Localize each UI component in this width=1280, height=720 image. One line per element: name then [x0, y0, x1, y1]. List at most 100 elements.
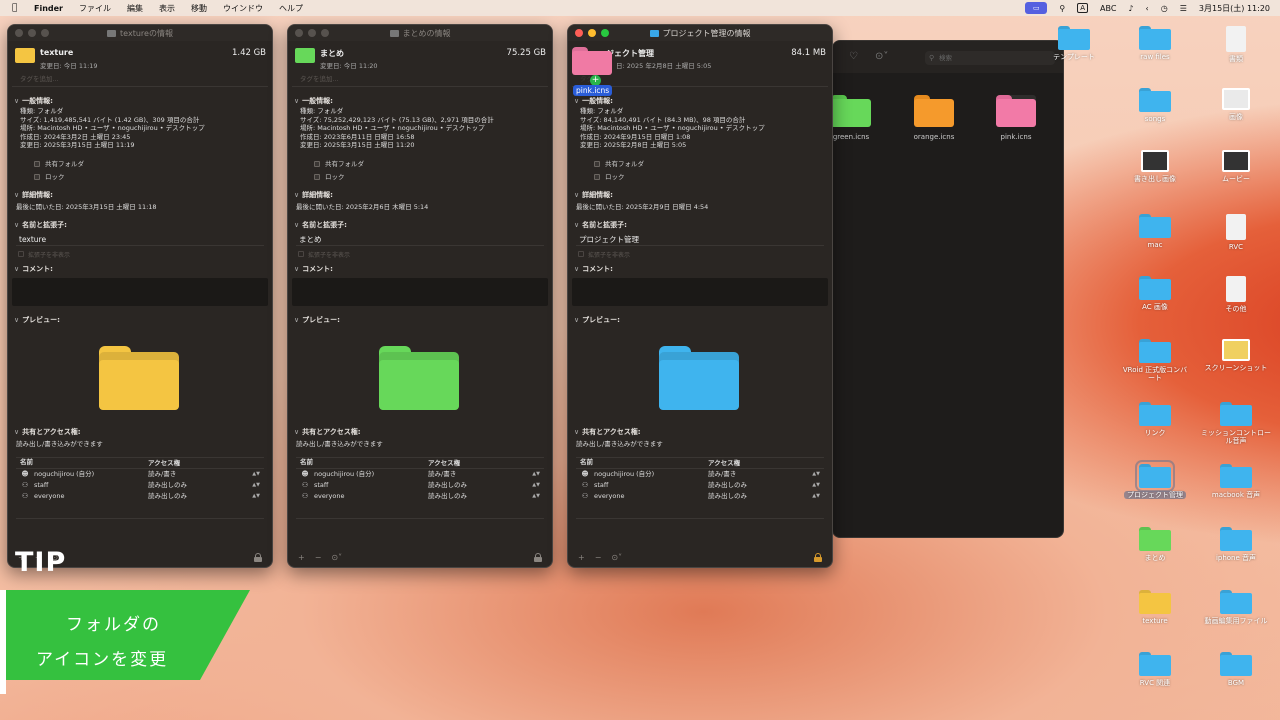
menu-go[interactable]: 移動 — [191, 3, 207, 14]
tags-input[interactable]: タグを追加... — [292, 73, 548, 87]
table-row[interactable]: ☻ noguchijirou (自分) 読み/書き ▲▼ — [296, 469, 544, 480]
name-field[interactable]: まとめ — [296, 234, 544, 246]
section-comments[interactable]: ∨ コメント: — [574, 263, 832, 275]
file-green-icns[interactable]: green.icns — [833, 95, 881, 141]
remove-button[interactable]: − — [595, 553, 602, 562]
name-field[interactable]: プロジェクト管理 — [576, 234, 824, 246]
zoom-button[interactable] — [41, 29, 49, 37]
section-comments[interactable]: ∨ コメント: — [14, 263, 272, 275]
desktop-item[interactable]: 書き出し画像 — [1120, 150, 1190, 183]
access-select[interactable]: 読み出しのみ — [708, 492, 747, 500]
hide-extension-checkbox[interactable]: 拡張子を非表示 — [578, 249, 832, 260]
access-select[interactable]: 読み出しのみ — [428, 492, 467, 500]
desktop-item[interactable]: BGM — [1201, 652, 1271, 687]
close-button[interactable] — [295, 29, 303, 37]
name-field[interactable]: texture — [16, 234, 264, 246]
desktop-item[interactable]: RVC — [1201, 214, 1271, 251]
comments-field[interactable] — [12, 277, 268, 306]
section-general[interactable]: ∨ 一般情報: — [14, 95, 272, 107]
locked-checkbox[interactable]: ロック — [594, 171, 832, 184]
checkbox[interactable] — [298, 251, 304, 257]
section-sharing[interactable]: ∨ 共有とアクセス権: — [574, 426, 832, 438]
table-row[interactable]: ⚇ everyone 読み出しのみ ▲▼ — [296, 491, 544, 502]
folder-icon[interactable] — [295, 48, 315, 63]
window-titlebar[interactable]: まとめの情報 — [288, 25, 552, 41]
control-center-icon[interactable]: ☰ — [1180, 4, 1187, 13]
desktop-item[interactable]: RVC 関連 — [1120, 652, 1190, 687]
section-general[interactable]: ∨ 一般情報: — [574, 95, 832, 107]
table-row[interactable]: ⚇ staff 読み出しのみ ▲▼ — [576, 480, 824, 491]
window-titlebar[interactable]: textureの情報 — [8, 25, 272, 41]
desktop-item[interactable]: texture — [1120, 590, 1190, 625]
desktop-item[interactable]: まとめ — [1120, 527, 1190, 562]
section-name-extension[interactable]: ∨ 名前と拡張子: — [14, 219, 272, 231]
access-select[interactable]: 読み出しのみ — [428, 481, 467, 489]
table-row[interactable]: ☻ noguchijirou (自分) 読み/書き ▲▼ — [16, 469, 264, 480]
menu-file[interactable]: ファイル — [79, 3, 111, 14]
action-menu-button[interactable]: ⊙˅ — [331, 553, 342, 562]
hide-extension-checkbox[interactable]: 拡張子を非表示 — [298, 249, 552, 260]
shared-folder-checkbox[interactable]: 共有フォルダ — [594, 158, 832, 171]
comments-field[interactable] — [572, 277, 828, 306]
desktop-item[interactable]: 画像 — [1201, 88, 1271, 121]
desktop-item[interactable]: songs — [1120, 88, 1190, 123]
input-source-icon[interactable]: A — [1077, 3, 1089, 13]
checkbox[interactable] — [314, 161, 320, 167]
checkbox[interactable] — [34, 161, 40, 167]
section-preview[interactable]: ∨ プレビュー: — [294, 314, 552, 326]
tags-input[interactable]: タグを追加... — [12, 73, 268, 87]
table-row[interactable]: ⚇ everyone 読み出しのみ ▲▼ — [576, 491, 824, 502]
input-mode-label[interactable]: ABC — [1100, 4, 1116, 13]
desktop-item[interactable]: 書類 — [1201, 26, 1271, 63]
search-input[interactable]: ⚲ 検索 — [925, 51, 1055, 65]
desktop-item[interactable]: raw files — [1120, 26, 1190, 61]
section-preview[interactable]: ∨ プレビュー: — [14, 314, 272, 326]
comments-field[interactable] — [292, 277, 548, 306]
clock-icon[interactable]: ◷ — [1161, 4, 1168, 13]
folder-icon[interactable] — [15, 48, 35, 63]
chevron-left-icon[interactable]: ‹ — [1146, 4, 1149, 13]
shared-folder-checkbox[interactable]: 共有フォルダ — [34, 158, 272, 171]
checkbox[interactable] — [314, 174, 320, 180]
apple-menu-icon[interactable]:  — [12, 3, 24, 13]
desktop-item[interactable]: macbook 音声 — [1201, 464, 1271, 499]
access-select[interactable]: 読み/書き — [708, 470, 736, 478]
locked-checkbox[interactable]: ロック — [34, 171, 272, 184]
desktop-item[interactable]: リンク — [1120, 402, 1190, 437]
checkbox[interactable] — [594, 161, 600, 167]
desktop-item[interactable]: AC 画像 — [1120, 276, 1190, 311]
desktop-item[interactable]: VRoid 正式版コンバート — [1120, 339, 1190, 382]
table-row[interactable]: ☻ noguchijirou (自分) 読み/書き ▲▼ — [576, 469, 824, 480]
menu-view[interactable]: 表示 — [159, 3, 175, 14]
access-select[interactable]: 読み出しのみ — [148, 492, 187, 500]
access-select[interactable]: 読み/書き — [148, 470, 176, 478]
add-button[interactable]: + — [298, 553, 305, 562]
checkbox[interactable] — [578, 251, 584, 257]
section-sharing[interactable]: ∨ 共有とアクセス権: — [294, 426, 552, 438]
desktop-item[interactable]: iphone 音声 — [1201, 527, 1271, 562]
more-actions-icon[interactable]: ⊙˅ — [875, 51, 888, 62]
desktop-item[interactable]: ミッションコントロール音声 — [1201, 402, 1271, 445]
access-select[interactable]: 読み/書き — [428, 470, 456, 478]
datetime[interactable]: 3月15日(土) 11:20 — [1199, 3, 1270, 14]
section-general[interactable]: ∨ 一般情報: — [294, 95, 552, 107]
desktop-item[interactable]: テンプレート — [1039, 26, 1109, 61]
access-select[interactable]: 読み出しのみ — [148, 481, 187, 489]
section-more-info[interactable]: ∨ 詳細情報: — [14, 189, 272, 201]
desktop-item[interactable]: プロジェクト管理 — [1120, 460, 1190, 499]
section-sharing[interactable]: ∨ 共有とアクセス権: — [14, 426, 272, 438]
checkbox[interactable] — [34, 174, 40, 180]
action-menu-button[interactable]: ⊙˅ — [611, 553, 622, 562]
dragged-pink-folder-icon[interactable] — [572, 47, 612, 75]
section-preview[interactable]: ∨ プレビュー: — [574, 314, 832, 326]
file-orange-icns[interactable]: orange.icns — [904, 95, 964, 141]
shared-folder-checkbox[interactable]: 共有フォルダ — [314, 158, 552, 171]
table-row[interactable]: ⚇ staff 読み出しのみ ▲▼ — [296, 480, 544, 491]
desktop-item[interactable]: 動画編集用ファイル — [1201, 590, 1271, 625]
section-name-extension[interactable]: ∨ 名前と拡張子: — [294, 219, 552, 231]
checkbox[interactable] — [594, 174, 600, 180]
section-more-info[interactable]: ∨ 詳細情報: — [294, 189, 552, 201]
access-select[interactable]: 読み出しのみ — [708, 481, 747, 489]
remove-button[interactable]: − — [315, 553, 322, 562]
lock-icon[interactable] — [534, 553, 542, 562]
